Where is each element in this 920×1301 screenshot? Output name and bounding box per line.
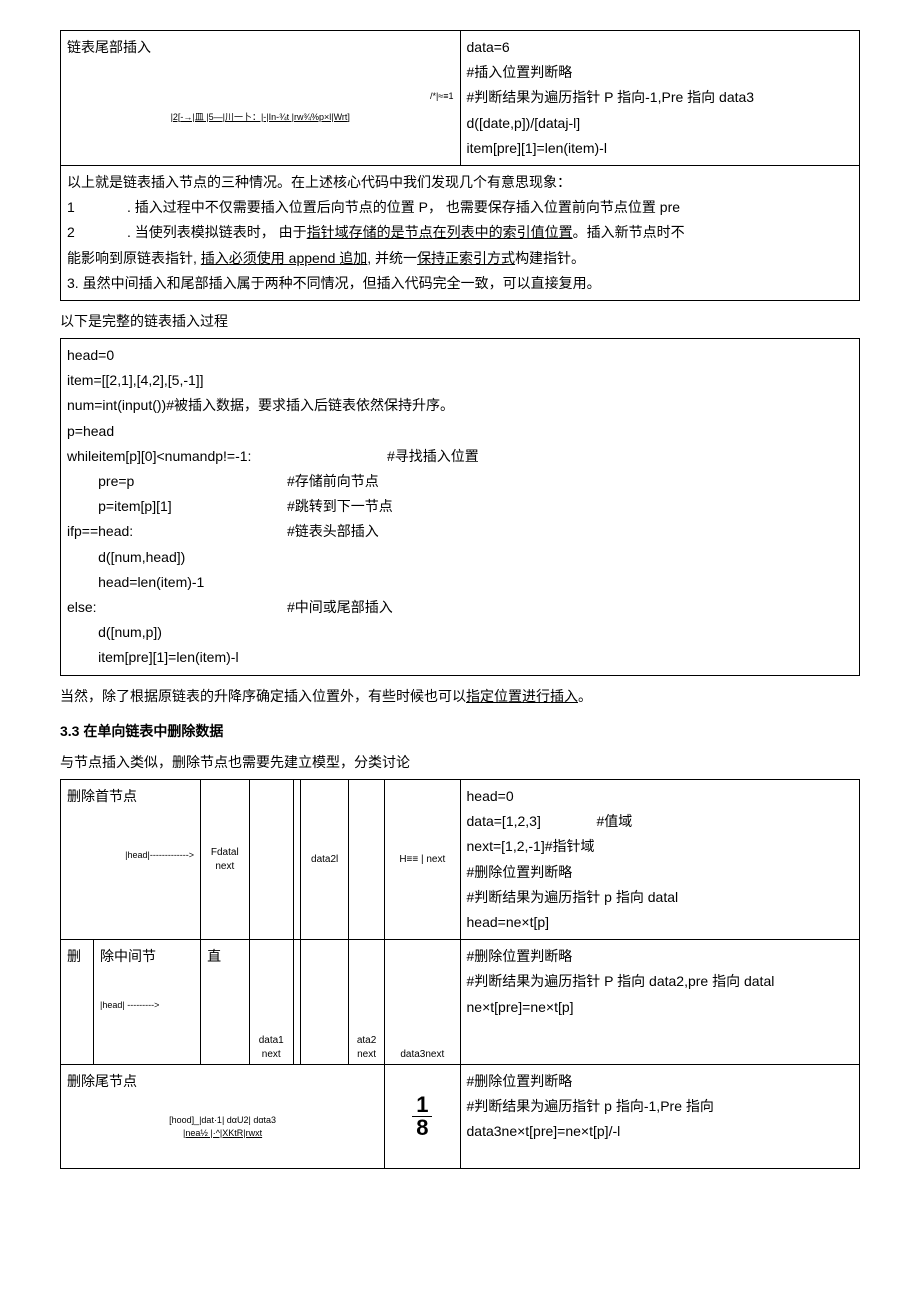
cell-title: 删除首节点: [67, 784, 194, 809]
code-line: head=ne×t[p]: [467, 910, 854, 935]
code-line: p=item[p][1]#跳转到下一节点: [67, 494, 853, 519]
diagram-text: /*|≈≡1: [67, 90, 454, 103]
cell-title-part: 删: [61, 940, 94, 1065]
diagram-cell: Fdatal next: [201, 780, 249, 940]
diagram-cell: data2l: [301, 780, 349, 940]
paragraph: 以下是完整的链表插入过程: [60, 309, 860, 334]
code-line: item[pre][1]=len(item)-l: [467, 136, 854, 161]
code-line: pre=p#存储前向节点: [67, 469, 853, 494]
paragraph: 当然，除了根据原链表的升降序确定插入位置外，有些时候也可以指定位置进行插入。: [60, 684, 860, 709]
diagram-cell: ata2 next: [348, 940, 384, 1065]
cell-title: 链表尾部插入: [67, 35, 454, 60]
code-line: data3ne×t[pre]=ne×t[p]/-l: [467, 1119, 854, 1144]
diagram-cell: data3next: [385, 940, 460, 1065]
code-line: #删除位置判断略: [467, 860, 854, 885]
code-line: data=[1,2,3]#值域: [467, 809, 854, 834]
code-line: #删除位置判断略: [467, 944, 854, 969]
code-block: head=0 item=[[2,1],[4,2],[5,-1]] num=int…: [60, 338, 860, 675]
cell-title: 删除尾节点: [67, 1069, 378, 1094]
section-heading: 3.3 在单向链表中删除数据: [60, 719, 860, 744]
code-line: head=len(item)-1: [67, 570, 853, 595]
summary-line: 以上就是链表插入节点的三种情况。在上述核心代码中我们发现几个有意思现象：: [67, 170, 853, 195]
code-line: d([date,p])/[dataj-l]: [467, 111, 854, 136]
code-line: data=6: [467, 35, 854, 60]
diagram-cell: [293, 940, 300, 1065]
diagram-cell: [348, 780, 384, 940]
code-line: #判断结果为遍历指针 P 指向-1,Pre 指向 data3: [467, 85, 854, 110]
code-line: item[pre][1]=len(item)-l: [67, 645, 853, 670]
code-line: d([num,p]): [67, 620, 853, 645]
code-line: #判断结果为遍历指针 p 指向-1,Pre 指向: [467, 1094, 854, 1119]
code-line: else:#中间或尾部插入: [67, 595, 853, 620]
code-line: p=head: [67, 419, 853, 444]
diagram-cell: data1 next: [249, 940, 293, 1065]
code-line: d([num,head]): [67, 545, 853, 570]
code-line: head=0: [67, 343, 853, 368]
code-line: head=0: [467, 784, 854, 809]
summary-line: 1. 插入过程中不仅需要插入位置后向节点的位置 P， 也需要保存插入位置前向节点…: [67, 195, 853, 220]
diagram-text: [hood]_|dat·1| dαU2| dαta3: [67, 1114, 378, 1127]
code-line: #判断结果为遍历指针 p 指向 datal: [467, 885, 854, 910]
table-delete: 删除首节点 |head|-------------> Fdatal next d…: [60, 779, 860, 1169]
code-line: #判断结果为遍历指针 P 指向 data2,pre 指向 datal: [467, 969, 854, 994]
diagram-cell: [249, 780, 293, 940]
diagram-cell: [293, 780, 300, 940]
summary-line: 3. 虽然中间插入和尾部插入属于两种不同情况，但插入代码完全一致，可以直接复用。: [67, 271, 853, 296]
diagram-text: |nea½ |·^|XKtR|rwxt: [67, 1127, 378, 1140]
cell-title-part: 除中间节: [100, 944, 194, 969]
code-line: whileitem[p][0]<numandp!=-1:#寻找插入位置: [67, 444, 853, 469]
table-tail-insert: 链表尾部插入 /*|≈≡1 |2[-→|皿 |5—|川一卜：|-|In-¾t |…: [60, 30, 860, 301]
summary-line: 2. 当使列表模拟链表时， 由于指针域存储的是节点在列表中的索引值位置。插入新节…: [67, 220, 853, 245]
diagram-cell: H≡≡ | next: [385, 780, 460, 940]
code-line: #删除位置判断略: [467, 1069, 854, 1094]
code-line: num=int(input())#被插入数据，要求插入后链表依然保持升序。: [67, 393, 853, 418]
code-line: ne×t[pre]=ne×t[p]: [467, 995, 854, 1020]
diagram-text: |head| --------->: [100, 999, 194, 1012]
cell-title-part: 直: [201, 940, 249, 1065]
diagram-cell: [301, 940, 349, 1065]
diagram-text: |head|------------->: [67, 849, 194, 862]
diagram-text: |2[-→|皿 |5—|川一卜：|-|In-¾t |rw¾%p×l|Wrt]: [67, 111, 454, 124]
fraction-icon: 1 8: [412, 1094, 432, 1139]
code-line: next=[1,2,-1]#指针域: [467, 834, 854, 859]
summary-line: 能影响到原链表指针, 插入必须使用 append 追加, 并统一保持正索引方式构…: [67, 246, 853, 271]
code-line: #插入位置判断略: [467, 60, 854, 85]
code-line: ifp==head:#链表头部插入: [67, 519, 853, 544]
code-line: item=[[2,1],[4,2],[5,-1]]: [67, 368, 853, 393]
paragraph: 与节点插入类似，删除节点也需要先建立模型，分类讨论: [60, 750, 860, 775]
